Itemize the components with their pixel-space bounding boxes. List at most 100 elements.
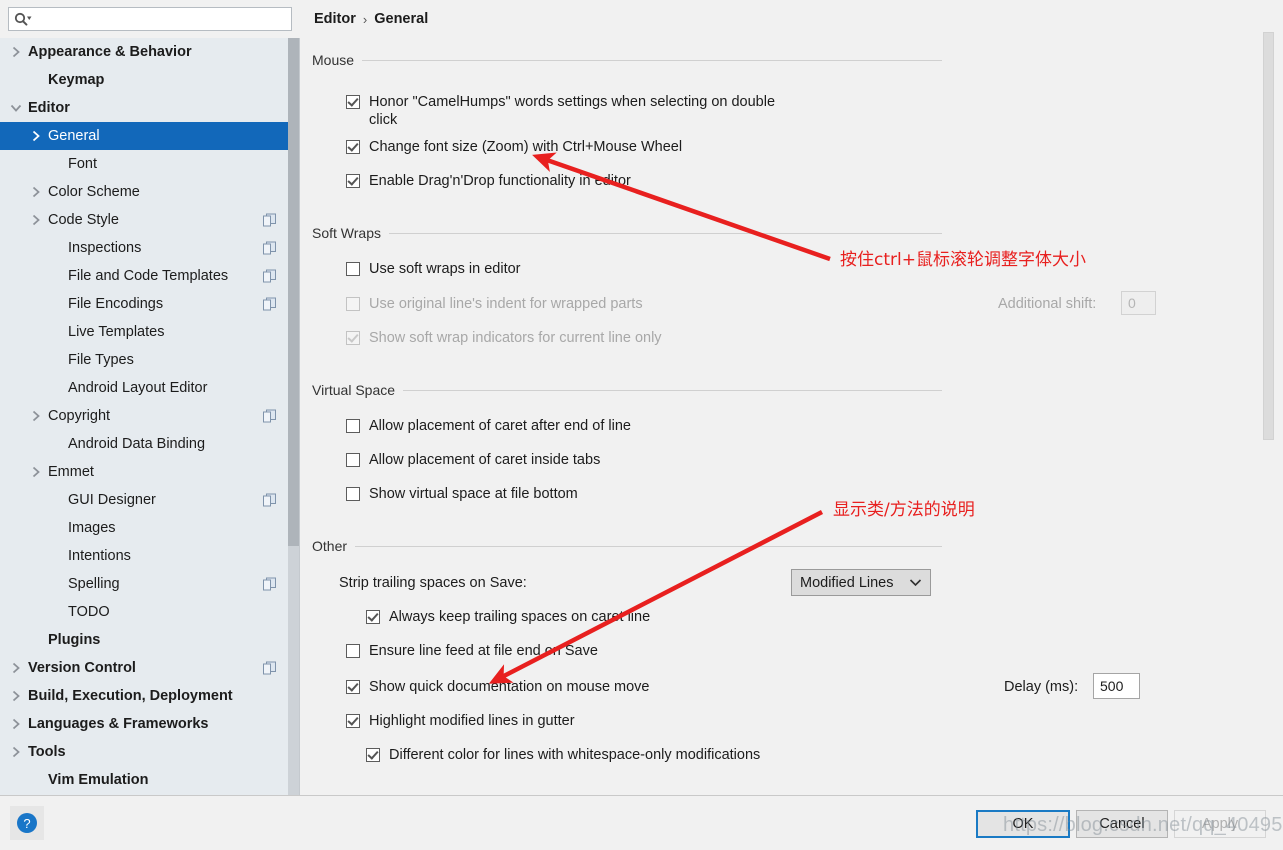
copy-settings-icon[interactable] [263,409,276,423]
chevron-right-icon[interactable] [28,212,44,228]
chevron-right-icon[interactable] [8,716,24,732]
checkbox-change-font-size-zoom[interactable]: Change font size (Zoom) with Ctrl+Mouse … [346,138,682,156]
checkbox-label: Allow placement of caret inside tabs [369,452,601,468]
breadcrumb-root[interactable]: Editor [314,11,356,27]
sidebar-item-file-encodings[interactable]: File Encodings [0,290,288,318]
copy-settings-icon[interactable] [263,493,276,507]
checkbox-always-keep-trailing-spaces[interactable]: Always keep trailing spaces on caret lin… [366,608,650,626]
sidebar-item-vim-emulation[interactable]: Vim Emulation [0,766,288,794]
sidebar-item-languages-frameworks[interactable]: Languages & Frameworks [0,710,288,738]
checkbox-box-icon[interactable] [346,419,360,433]
checkbox-box-icon[interactable] [346,487,360,501]
strip-trailing-spaces-dropdown[interactable]: Modified Lines [791,569,931,596]
sidebar-item-android-data-binding[interactable]: Android Data Binding [0,430,288,458]
search-input[interactable] [36,11,280,27]
chevron-right-icon[interactable] [8,688,24,704]
checkbox-ensure-line-feed-on-save[interactable]: Ensure line feed at file end on Save [346,642,598,660]
chevron-right-icon[interactable] [28,128,44,144]
sidebar-item-label: Android Data Binding [68,436,206,452]
sidebar-item-code-style[interactable]: Code Style [0,206,288,234]
sidebar-item-live-templates[interactable]: Live Templates [0,318,288,346]
additional-shift-input: 0 [1121,291,1156,315]
chevron-down-icon[interactable] [8,100,24,116]
chevron-right-icon[interactable] [28,184,44,200]
sidebar-item-intentions[interactable]: Intentions [0,542,288,570]
checkbox-use-original-indent: Use original line's indent for wrapped p… [346,295,643,313]
checkbox-box-icon[interactable] [346,95,360,109]
search-box[interactable] [8,7,292,31]
sidebar-item-file-types[interactable]: File Types [0,346,288,374]
sidebar-item-version-control[interactable]: Version Control [0,654,288,682]
checkbox-box-icon[interactable] [366,748,380,762]
sidebar-item-color-scheme[interactable]: Color Scheme [0,178,288,206]
sidebar-scrollbar[interactable] [288,38,299,795]
copy-settings-icon[interactable] [263,269,276,283]
checkbox-label: Use soft wraps in editor [369,261,521,277]
sidebar-item-label: Font [68,156,98,172]
checkbox-different-color-whitespace[interactable]: Different color for lines with whitespac… [366,746,760,764]
sidebar-item-build-execution-deployment[interactable]: Build, Execution, Deployment [0,682,288,710]
sidebar-item-general[interactable]: General [0,122,299,150]
sidebar-item-spelling[interactable]: Spelling [0,570,288,598]
checkbox-box-icon[interactable] [346,644,360,658]
breadcrumb-separator-icon: › [362,11,368,27]
sidebar-item-label: Color Scheme [48,184,140,200]
section-soft-wraps-title: Soft Wraps [312,225,381,241]
checkbox-label: Ensure line feed at file end on Save [369,643,598,659]
chevron-right-icon[interactable] [8,660,24,676]
sidebar-item-android-layout-editor[interactable]: Android Layout Editor [0,374,288,402]
checkbox-show-quick-documentation[interactable]: Show quick documentation on mouse move [346,678,650,696]
checkbox-box-icon[interactable] [366,610,380,624]
copy-settings-icon[interactable] [263,661,276,675]
checkbox-enable-drag-n-drop[interactable]: Enable Drag'n'Drop functionality in edit… [346,172,631,190]
sidebar-item-label: Keymap [48,72,105,88]
chevron-right-icon[interactable] [28,408,44,424]
checkbox-box-icon[interactable] [346,680,360,694]
chevron-right-icon[interactable] [28,464,44,480]
checkbox-box-icon[interactable] [346,262,360,276]
sidebar-item-todo[interactable]: TODO [0,598,288,626]
delay-input[interactable]: 500 [1093,673,1140,699]
sidebar-item-plugins[interactable]: Plugins [0,626,288,654]
help-button[interactable]: ? [10,806,44,840]
checkbox-box-icon[interactable] [346,140,360,154]
checkbox-box-icon[interactable] [346,453,360,467]
checkbox-label: Show virtual space at file bottom [369,486,578,502]
checkbox-highlight-modified-lines[interactable]: Highlight modified lines in gutter [346,712,575,730]
sidebar-item-font[interactable]: Font [0,150,288,178]
sidebar-item-file-and-code-templates[interactable]: File and Code Templates [0,262,288,290]
sidebar-item-keymap[interactable]: Keymap [0,66,288,94]
checkbox-use-soft-wraps[interactable]: Use soft wraps in editor [346,260,521,278]
checkbox-caret-after-end-of-line[interactable]: Allow placement of caret after end of li… [346,417,631,435]
copy-settings-icon[interactable] [263,241,276,255]
sidebar-item-appearance-behavior[interactable]: Appearance & Behavior [0,38,288,66]
chevron-right-icon[interactable] [8,744,24,760]
content-scrollbar-thumb[interactable] [1263,32,1274,440]
settings-content: Editor › General Mouse Honor "CamelHumps… [301,0,1283,795]
checkbox-honor-camelhumps[interactable]: Honor "CamelHumps" words settings when s… [346,93,786,129]
copy-settings-icon[interactable] [263,297,276,311]
sidebar-item-label: Emmet [48,464,94,480]
sidebar-item-copyright[interactable]: Copyright [0,402,288,430]
sidebar-scrollbar-thumb[interactable] [288,38,299,546]
search-icon[interactable] [9,12,32,26]
checkbox-virtual-space-at-file-bottom[interactable]: Show virtual space at file bottom [346,485,578,503]
sidebar-item-editor[interactable]: Editor [0,94,288,122]
sidebar-item-emmet[interactable]: Emmet [0,458,288,486]
checkbox-box-icon[interactable] [346,714,360,728]
sidebar-item-inspections[interactable]: Inspections [0,234,288,262]
sidebar-item-tools[interactable]: Tools [0,738,288,766]
checkbox-box-icon[interactable] [346,174,360,188]
checkbox-label: Always keep trailing spaces on caret lin… [389,609,651,625]
checkbox-caret-inside-tabs[interactable]: Allow placement of caret inside tabs [346,451,600,469]
sidebar-item-gui-designer[interactable]: GUI Designer [0,486,288,514]
section-divider [403,389,942,391]
chevron-right-icon[interactable] [8,44,24,60]
sidebar-item-label: Tools [28,744,66,760]
copy-settings-icon[interactable] [263,577,276,591]
copy-settings-icon[interactable] [263,213,276,227]
sidebar-item-images[interactable]: Images [0,514,288,542]
